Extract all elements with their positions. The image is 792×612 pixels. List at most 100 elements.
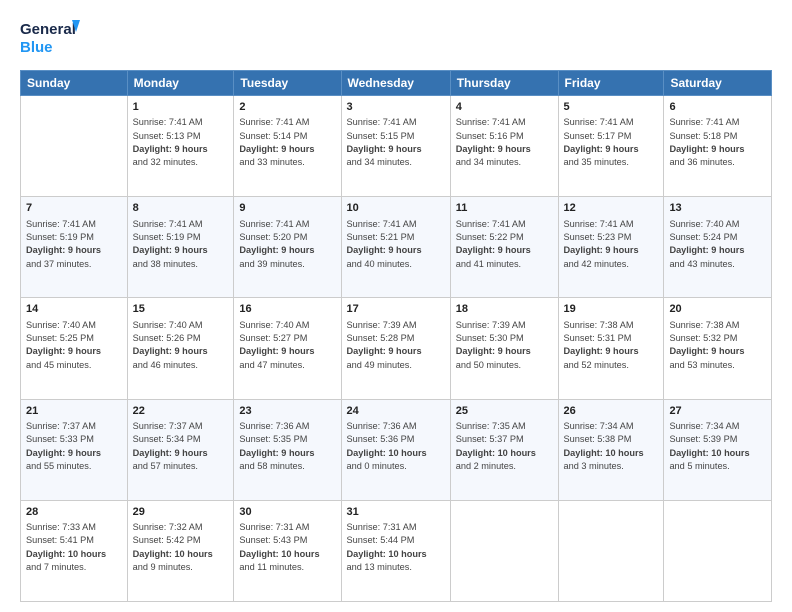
weekday-saturday: Saturday	[664, 71, 772, 96]
day-number: 21	[26, 404, 122, 419]
day-number: 15	[133, 302, 229, 317]
calendar-cell: 20Sunrise: 7:38 AMSunset: 5:32 PMDayligh…	[664, 298, 772, 399]
calendar-cell: 27Sunrise: 7:34 AMSunset: 5:39 PMDayligh…	[664, 399, 772, 500]
day-info: Sunrise: 7:34 AMSunset: 5:38 PMDaylight:…	[564, 420, 659, 473]
header: General Blue	[20, 16, 772, 60]
day-info: Sunrise: 7:40 AMSunset: 5:24 PMDaylight:…	[669, 218, 766, 271]
calendar-body: 1Sunrise: 7:41 AMSunset: 5:13 PMDaylight…	[21, 96, 772, 602]
day-number: 20	[669, 302, 766, 317]
week-row-2: 7 Sunrise: 7:41 AMSunset: 5:19 PMDaylight…	[21, 197, 772, 298]
calendar-cell: 31Sunrise: 7:31 AMSunset: 5:44 PMDayligh…	[341, 500, 450, 601]
day-number: 7	[26, 201, 122, 216]
day-info: Sunrise: 7:41 AMSunset: 5:16 PMDaylight:…	[456, 116, 553, 169]
day-number: 19	[564, 302, 659, 317]
day-number: 26	[564, 404, 659, 419]
week-row-3: 14 Sunrise: 7:40 AMSunset: 5:25 PMDayligh…	[21, 298, 772, 399]
calendar-cell	[558, 500, 664, 601]
day-number: 29	[133, 505, 229, 520]
day-number: 1	[133, 100, 229, 115]
day-info: Sunrise: 7:36 AMSunset: 5:35 PMDaylight:…	[239, 420, 335, 473]
calendar-cell: 10Sunrise: 7:41 AMSunset: 5:21 PMDayligh…	[341, 197, 450, 298]
day-number: 11	[456, 201, 553, 216]
day-number: 12	[564, 201, 659, 216]
day-number: 8	[133, 201, 229, 216]
calendar-page: General Blue SundayMondayTuesdayWednesda…	[0, 0, 792, 612]
calendar-cell: 5Sunrise: 7:41 AMSunset: 5:17 PMDaylight…	[558, 96, 664, 197]
day-number: 18	[456, 302, 553, 317]
day-info: Sunrise: 7:40 AMSunset: 5:25 PMDaylight:…	[26, 319, 122, 372]
day-number: 24	[347, 404, 445, 419]
day-number: 10	[347, 201, 445, 216]
calendar-cell: 24Sunrise: 7:36 AMSunset: 5:36 PMDayligh…	[341, 399, 450, 500]
calendar-cell: 26Sunrise: 7:34 AMSunset: 5:38 PMDayligh…	[558, 399, 664, 500]
calendar-cell: 9 Sunrise: 7:41 AMSunset: 5:20 PMDaylight…	[234, 197, 341, 298]
day-number: 28	[26, 505, 122, 520]
calendar-cell	[664, 500, 772, 601]
calendar-cell	[450, 500, 558, 601]
calendar-cell: 17 Sunrise: 7:39 AMSunset: 5:28 PMDayligh…	[341, 298, 450, 399]
day-info: Sunrise: 7:31 AMSunset: 5:44 PMDaylight:…	[347, 521, 445, 574]
week-row-5: 28Sunrise: 7:33 AMSunset: 5:41 PMDayligh…	[21, 500, 772, 601]
day-number: 31	[347, 505, 445, 520]
calendar-cell: 28Sunrise: 7:33 AMSunset: 5:41 PMDayligh…	[21, 500, 128, 601]
calendar-cell: 11 Sunrise: 7:41 AMSunset: 5:22 PMDayligh…	[450, 197, 558, 298]
day-info: Sunrise: 7:33 AMSunset: 5:41 PMDaylight:…	[26, 521, 122, 574]
calendar-cell: 4Sunrise: 7:41 AMSunset: 5:16 PMDaylight…	[450, 96, 558, 197]
day-number: 25	[456, 404, 553, 419]
day-info: Sunrise: 7:40 AMSunset: 5:26 PMDaylight:…	[133, 319, 229, 372]
day-info: Sunrise: 7:37 AMSunset: 5:34 PMDaylight:…	[133, 420, 229, 473]
calendar-cell: 12Sunrise: 7:41 AMSunset: 5:23 PMDayligh…	[558, 197, 664, 298]
day-info: Sunrise: 7:41 AMSunset: 5:15 PMDaylight:…	[347, 116, 445, 169]
calendar-cell	[21, 96, 128, 197]
day-info: Sunrise: 7:41 AMSunset: 5:13 PMDaylight:…	[133, 116, 229, 169]
day-info: Sunrise: 7:32 AMSunset: 5:42 PMDaylight:…	[133, 521, 229, 574]
day-info: Sunrise: 7:41 AMSunset: 5:20 PMDaylight:…	[239, 218, 335, 271]
day-info: Sunrise: 7:31 AMSunset: 5:43 PMDaylight:…	[239, 521, 335, 574]
day-info: Sunrise: 7:41 AMSunset: 5:18 PMDaylight:…	[669, 116, 766, 169]
day-info: Sunrise: 7:41 AMSunset: 5:22 PMDaylight:…	[456, 218, 553, 271]
calendar-cell: 21Sunrise: 7:37 AMSunset: 5:33 PMDayligh…	[21, 399, 128, 500]
calendar-cell: 22Sunrise: 7:37 AMSunset: 5:34 PMDayligh…	[127, 399, 234, 500]
calendar-cell: 16Sunrise: 7:40 AMSunset: 5:27 PMDayligh…	[234, 298, 341, 399]
day-number: 9	[239, 201, 335, 216]
calendar-cell: 14 Sunrise: 7:40 AMSunset: 5:25 PMDayligh…	[21, 298, 128, 399]
calendar-table: SundayMondayTuesdayWednesdayThursdayFrid…	[20, 70, 772, 602]
day-number: 16	[239, 302, 335, 317]
weekday-header-row: SundayMondayTuesdayWednesdayThursdayFrid…	[21, 71, 772, 96]
calendar-cell: 23Sunrise: 7:36 AMSunset: 5:35 PMDayligh…	[234, 399, 341, 500]
day-info: Sunrise: 7:41 AMSunset: 5:19 PMDaylight:…	[133, 218, 229, 271]
day-info: Sunrise: 7:37 AMSunset: 5:33 PMDaylight:…	[26, 420, 122, 473]
weekday-monday: Monday	[127, 71, 234, 96]
day-info: Sunrise: 7:39 AMSunset: 5:30 PMDaylight:…	[456, 319, 553, 372]
week-row-4: 21Sunrise: 7:37 AMSunset: 5:33 PMDayligh…	[21, 399, 772, 500]
calendar-cell: 29Sunrise: 7:32 AMSunset: 5:42 PMDayligh…	[127, 500, 234, 601]
day-number: 27	[669, 404, 766, 419]
calendar-cell: 2Sunrise: 7:41 AMSunset: 5:14 PMDaylight…	[234, 96, 341, 197]
day-number: 14	[26, 302, 122, 317]
calendar-cell: 13Sunrise: 7:40 AMSunset: 5:24 PMDayligh…	[664, 197, 772, 298]
day-info: Sunrise: 7:41 AMSunset: 5:19 PMDaylight:…	[26, 218, 122, 271]
day-info: Sunrise: 7:41 AMSunset: 5:17 PMDaylight:…	[564, 116, 659, 169]
svg-text:General: General	[20, 21, 76, 38]
day-number: 4	[456, 100, 553, 115]
day-number: 6	[669, 100, 766, 115]
day-number: 17	[347, 302, 445, 317]
weekday-wednesday: Wednesday	[341, 71, 450, 96]
weekday-tuesday: Tuesday	[234, 71, 341, 96]
calendar-cell: 15 Sunrise: 7:40 AMSunset: 5:26 PMDayligh…	[127, 298, 234, 399]
day-number: 2	[239, 100, 335, 115]
weekday-friday: Friday	[558, 71, 664, 96]
day-number: 23	[239, 404, 335, 419]
calendar-cell: 8 Sunrise: 7:41 AMSunset: 5:19 PMDaylight…	[127, 197, 234, 298]
week-row-1: 1Sunrise: 7:41 AMSunset: 5:13 PMDaylight…	[21, 96, 772, 197]
logo: General Blue	[20, 16, 80, 60]
weekday-thursday: Thursday	[450, 71, 558, 96]
day-info: Sunrise: 7:35 AMSunset: 5:37 PMDaylight:…	[456, 420, 553, 473]
day-info: Sunrise: 7:34 AMSunset: 5:39 PMDaylight:…	[669, 420, 766, 473]
day-info: Sunrise: 7:38 AMSunset: 5:31 PMDaylight:…	[564, 319, 659, 372]
calendar-cell: 7 Sunrise: 7:41 AMSunset: 5:19 PMDaylight…	[21, 197, 128, 298]
svg-text:Blue: Blue	[20, 39, 53, 56]
calendar-cell: 25Sunrise: 7:35 AMSunset: 5:37 PMDayligh…	[450, 399, 558, 500]
calendar-cell: 3Sunrise: 7:41 AMSunset: 5:15 PMDaylight…	[341, 96, 450, 197]
day-info: Sunrise: 7:39 AMSunset: 5:28 PMDaylight:…	[347, 319, 445, 372]
